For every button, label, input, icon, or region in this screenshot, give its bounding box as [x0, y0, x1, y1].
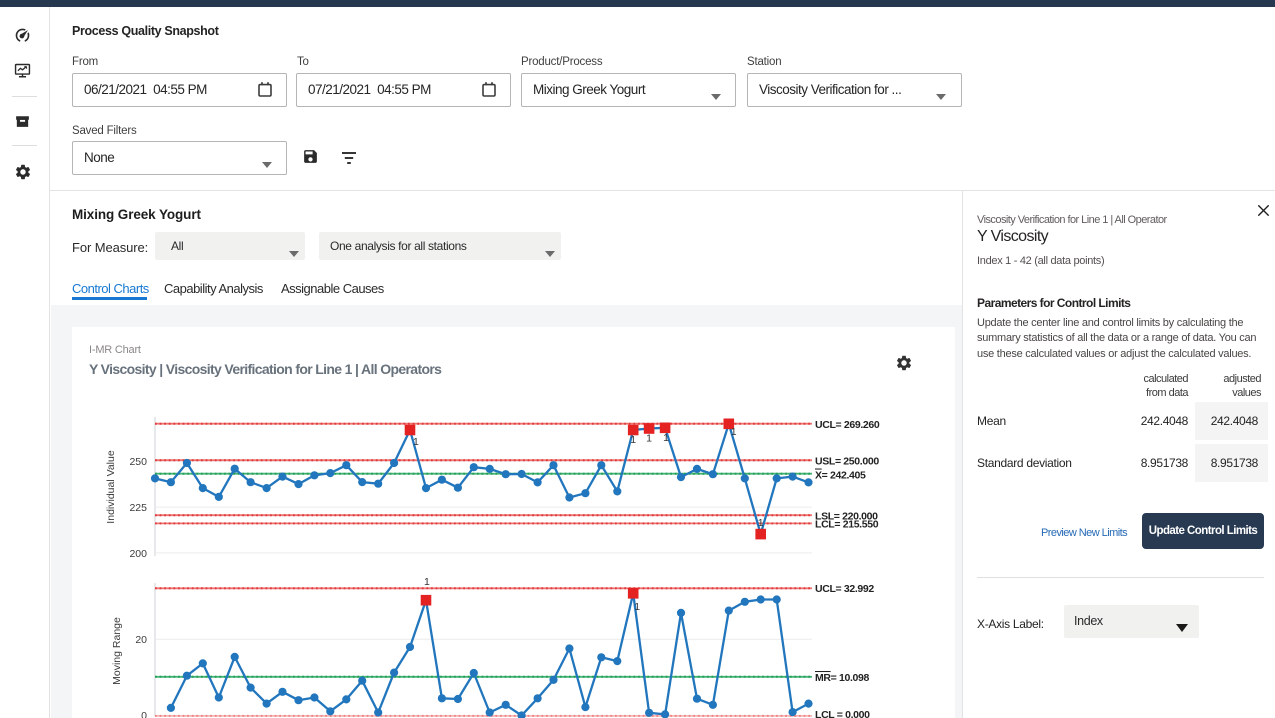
svg-text:Moving Range: Moving Range [111, 617, 123, 685]
svg-text:1: 1 [646, 433, 652, 445]
svg-text:UCL= 269.260: UCL= 269.260 [815, 419, 880, 431]
svg-text:Individual Value: Individual Value [105, 450, 117, 524]
svg-text:1: 1 [424, 576, 430, 588]
svg-text:LCL= 215.550: LCL= 215.550 [815, 519, 879, 531]
svg-text:1: 1 [634, 601, 640, 613]
svg-text:USL= 250.000: USL= 250.000 [815, 456, 879, 468]
svg-text:X= 242.405: X= 242.405 [815, 470, 866, 482]
svg-text:UCL= 32.992: UCL= 32.992 [815, 583, 874, 595]
svg-text:200: 200 [129, 548, 147, 560]
svg-text:1: 1 [731, 426, 737, 438]
svg-text:1: 1 [630, 434, 636, 446]
svg-text:250: 250 [129, 456, 147, 468]
svg-text:1: 1 [413, 436, 419, 448]
svg-text:LCL = 0.000: LCL = 0.000 [815, 709, 870, 718]
svg-text:0: 0 [141, 710, 147, 718]
svg-text:1: 1 [758, 517, 764, 529]
svg-text:20: 20 [135, 634, 147, 646]
svg-text:MR= 10.098: MR= 10.098 [815, 672, 870, 684]
svg-text:1: 1 [663, 432, 669, 444]
svg-text:225: 225 [129, 502, 147, 514]
